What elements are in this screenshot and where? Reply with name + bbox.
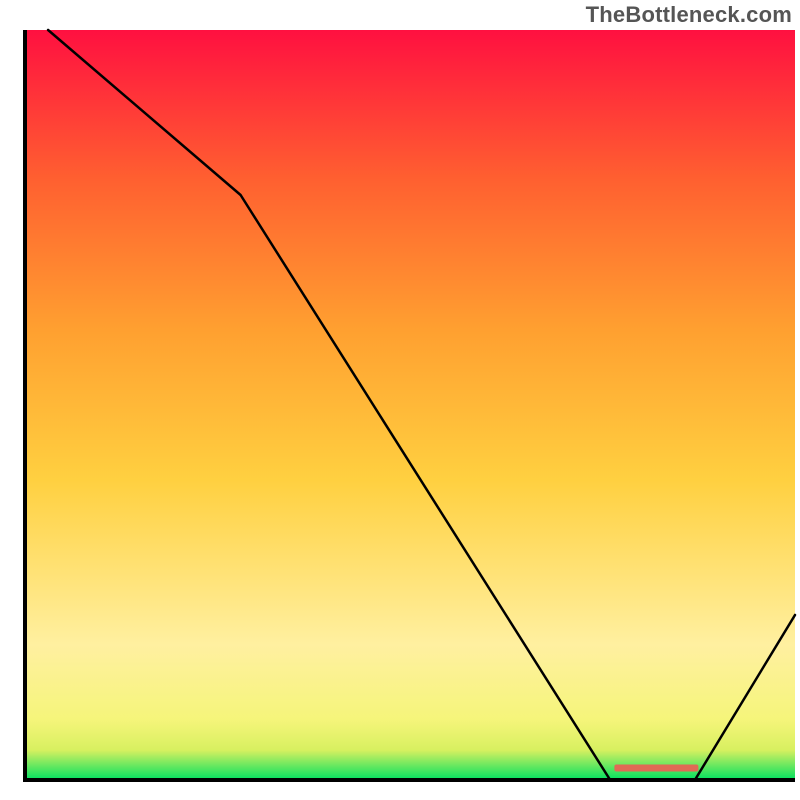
plot-area: [25, 30, 795, 780]
chart-stage: TheBottleneck.com: [0, 0, 800, 800]
bottleneck-chart: [0, 0, 800, 800]
optimal-range-marker: [614, 765, 698, 772]
